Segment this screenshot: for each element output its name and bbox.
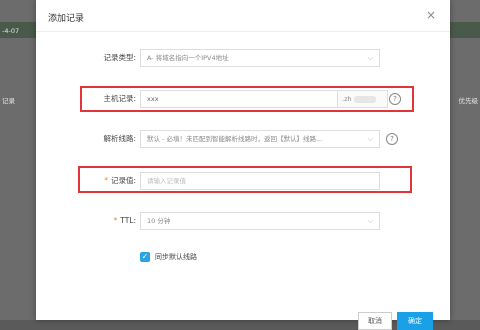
line-select[interactable]: 默认 - 必填！未匹配到智能解析线路时，返回【默认】线路... ⌵ xyxy=(140,130,380,148)
domain-suffix-text: .zh xyxy=(342,95,352,103)
close-icon[interactable]: × xyxy=(424,8,438,22)
host-record-input[interactable] xyxy=(140,90,338,108)
title-divider xyxy=(36,31,450,32)
record-type-value: A- 将域名指向一个IPV4地址 xyxy=(147,54,229,62)
sync-default-checkbox[interactable]: ✓ xyxy=(140,252,150,262)
sync-default-label: 同步默认线路 xyxy=(155,253,197,261)
add-record-dialog: 添加记录 × 记录类型: A- 将域名指向一个IPV4地址 ⌵ 主机记录: .z… xyxy=(36,0,450,330)
chevron-down-icon: ⌵ xyxy=(367,54,373,62)
background-strip xyxy=(450,22,480,38)
ttl-label-text: TTL: xyxy=(120,216,136,225)
domain-suffix: .zh xyxy=(338,90,388,108)
help-icon[interactable]: ? xyxy=(386,133,398,145)
background-right-row-text: 优先级 xyxy=(458,97,479,105)
required-mark: * xyxy=(104,176,108,185)
record-type-select[interactable]: A- 将域名指向一个IPV4地址 ⌵ xyxy=(140,49,380,67)
record-value-label-text: 记录值: xyxy=(110,176,136,185)
background-right-panel: 优先级 xyxy=(450,0,480,320)
ok-button[interactable]: 确定 xyxy=(397,312,433,330)
host-record-label: 主机记录: xyxy=(103,94,136,103)
line-label: 解析线路: xyxy=(103,134,136,143)
ttl-select[interactable]: 10 分钟 ⌵ xyxy=(140,212,380,230)
background-left-strip-text: -4-07 xyxy=(2,27,20,35)
dialog-title: 添加记录 xyxy=(48,14,85,24)
chevron-down-icon: ⌵ xyxy=(367,135,373,143)
record-value-label: * 记录值: xyxy=(36,175,136,187)
record-type-label: 记录类型: xyxy=(103,53,136,62)
line-value: 默认 - 必填！未匹配到智能解析线路时，返回【默认】线路... xyxy=(147,135,323,143)
blurred-domain xyxy=(353,95,376,103)
help-icon[interactable]: ? xyxy=(389,93,401,105)
ttl-label: * TTL: xyxy=(36,215,137,227)
background-left-row-text: 记录 xyxy=(2,97,15,105)
chevron-down-icon: ⌵ xyxy=(367,217,373,225)
record-value-text-field[interactable] xyxy=(147,174,379,188)
required-mark: * xyxy=(113,216,118,225)
ttl-value: 10 分钟 xyxy=(147,217,171,225)
record-value-input[interactable] xyxy=(140,172,380,190)
cancel-button[interactable]: 取消 xyxy=(358,312,392,330)
host-record-text-field[interactable] xyxy=(147,92,337,106)
background-left-panel: -4-07 记录 xyxy=(0,0,36,320)
